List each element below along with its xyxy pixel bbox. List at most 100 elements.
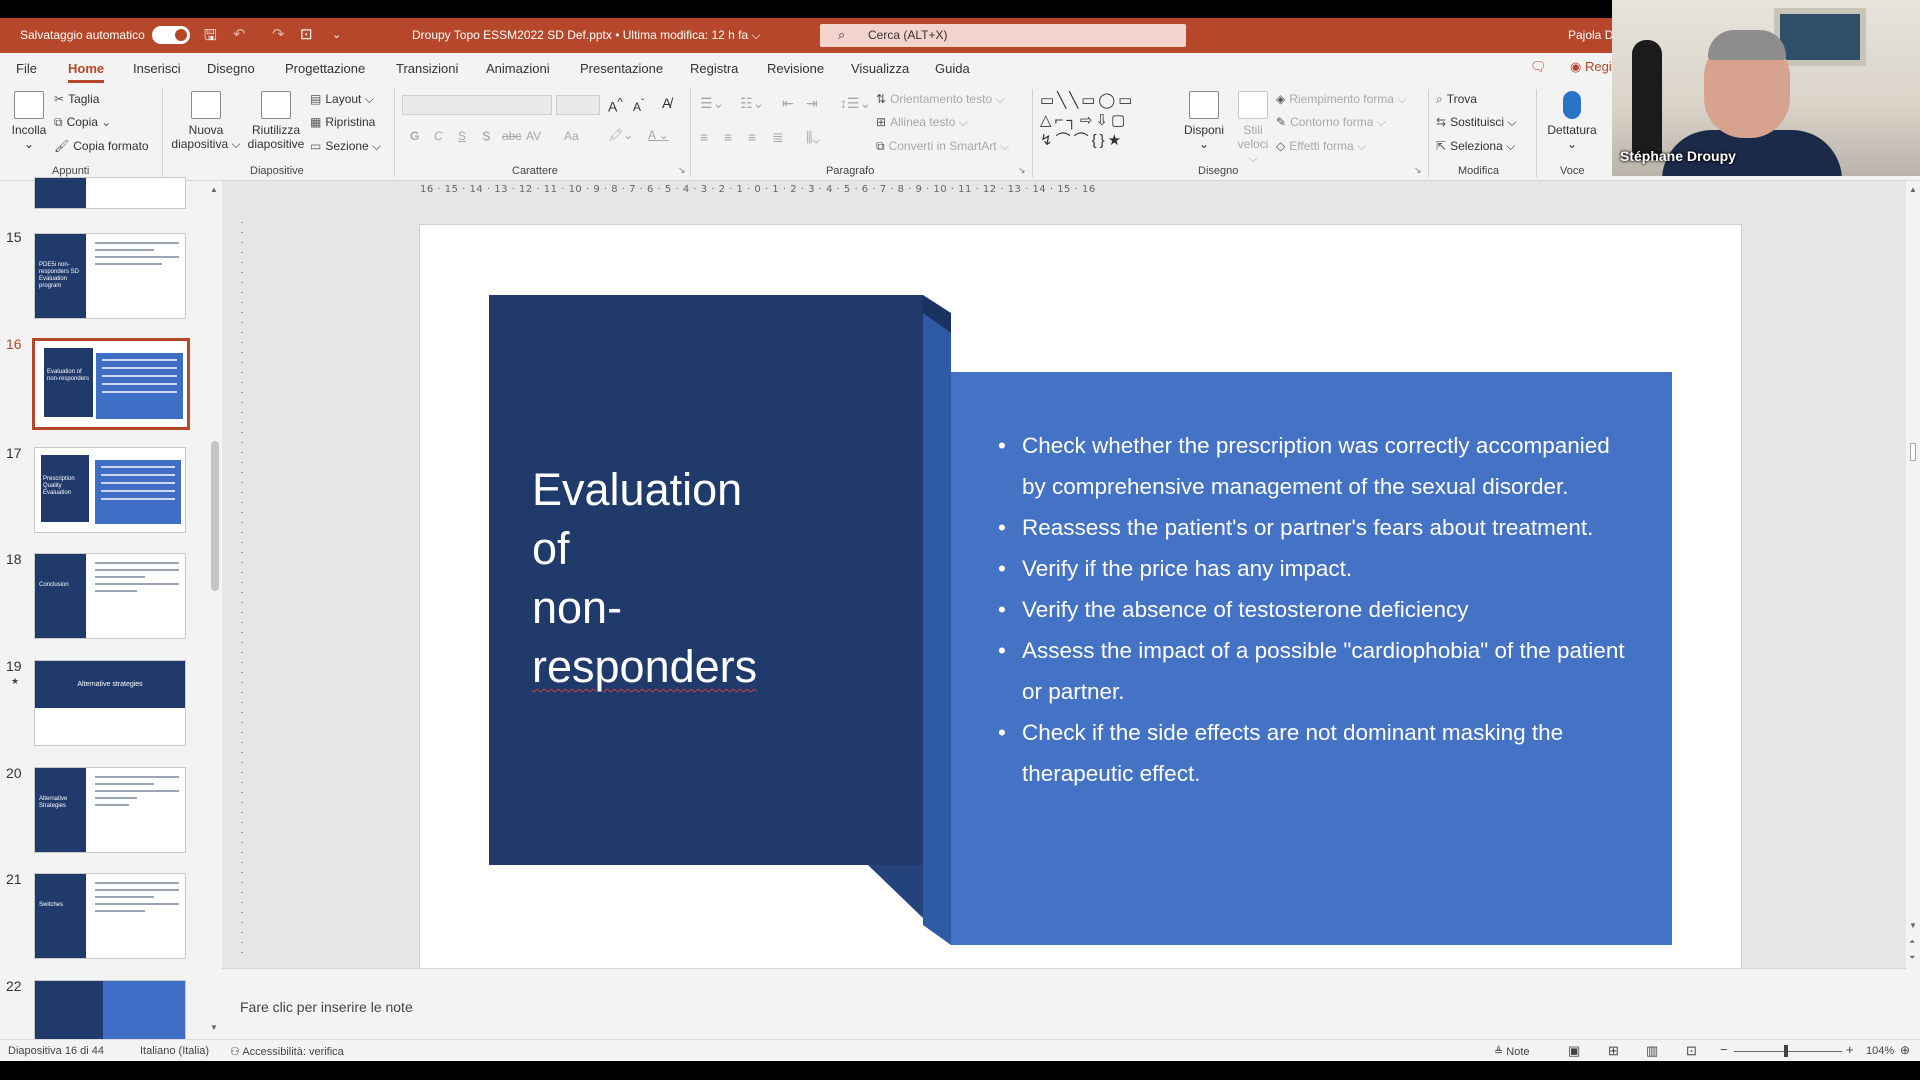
tab-animations[interactable]: Animazioni — [486, 61, 550, 76]
search-input[interactable]: ⌕ Cerca (ALT+X) — [820, 24, 1186, 47]
section-button[interactable]: ▭ Sezione ⌵ — [310, 139, 381, 154]
layout-button[interactable]: ▤ Layout ⌵ — [310, 92, 374, 107]
zoom-in-icon[interactable]: + — [1846, 1042, 1854, 1057]
bullets-icon[interactable]: ☰⌄ — [700, 95, 724, 112]
cut-button[interactable]: ✂ Taglia — [54, 92, 99, 106]
redo-icon[interactable]: ↷ — [272, 25, 285, 43]
autosave-toggle[interactable] — [152, 26, 190, 44]
account-name[interactable]: Pajola D — [1568, 28, 1613, 42]
notes-toggle[interactable]: ≜ Note — [1494, 1045, 1530, 1058]
find-button[interactable]: ⌕ Trova — [1436, 92, 1477, 107]
smartart-button[interactable]: ⧉ Converti in SmartArt ⌵ — [876, 139, 1009, 154]
select-button[interactable]: ⇱ Seleziona ⌵ — [1436, 139, 1515, 154]
slide[interactable]: Evaluation of non- responders Check whet… — [420, 225, 1741, 969]
tab-draw[interactable]: Disegno — [207, 61, 255, 76]
tab-review[interactable]: Revisione — [767, 61, 824, 76]
align-center-icon[interactable]: ≡ — [724, 129, 732, 145]
justify-icon[interactable]: ≣ — [772, 129, 784, 146]
numbering-icon[interactable]: ☷⌄ — [740, 95, 764, 112]
shapes-gallery[interactable]: ▭╲╲▭◯▭ △⌐┐⇨⇩▢ ↯⌒⌒{}★ — [1040, 91, 1168, 151]
quick-styles-button[interactable]: Stili veloci ⌵ — [1232, 91, 1274, 166]
font-color-icon[interactable]: A ⌄ — [648, 128, 669, 142]
slide-thumbnail[interactable]: Switches — [34, 873, 186, 959]
slide-thumbnail[interactable] — [34, 980, 186, 1040]
tab-record[interactable]: Registra — [690, 61, 738, 76]
undo-icon[interactable]: ↶ — [233, 25, 246, 43]
thumbnail-scrollbar[interactable]: ▲ ▼ — [208, 181, 222, 1039]
slide-thumbnail[interactable]: Conclusion — [34, 553, 186, 639]
normal-view-icon[interactable]: ▣ — [1568, 1043, 1580, 1059]
zoom-slider[interactable] — [1734, 1051, 1842, 1052]
line-spacing-icon[interactable]: ↕☰⌄ — [840, 95, 871, 112]
clear-format-icon[interactable]: A̸ — [662, 95, 671, 111]
zoom-level[interactable]: 104% — [1866, 1045, 1894, 1057]
new-slide-button[interactable]: Nuova diapositiva ⌵ — [170, 91, 242, 152]
slide-title[interactable]: Evaluation of non- responders — [532, 460, 892, 696]
tab-insert[interactable]: Inserisci — [133, 61, 181, 76]
replace-button[interactable]: ⇆ Sostituisci ⌵ — [1436, 115, 1517, 130]
underline-button[interactable]: S — [458, 129, 466, 143]
shape-effects-button[interactable]: ◇ Effetti forma ⌵ — [1276, 139, 1366, 154]
fit-to-window-icon[interactable]: ⊕ — [1900, 1043, 1910, 1057]
copy-button[interactable]: ⧉ Copia ⌄ — [54, 115, 115, 130]
accessibility-checker[interactable]: ⚇ Accessibilità: verifica — [230, 1045, 344, 1058]
reading-view-icon[interactable]: ▥ — [1646, 1043, 1658, 1059]
scroll-up-icon[interactable]: ▲ — [210, 185, 218, 194]
font-name-combo[interactable] — [402, 95, 552, 115]
shadow-button[interactable]: S — [482, 129, 490, 143]
strikethrough-button[interactable]: abc — [502, 129, 521, 143]
slide-thumbnail[interactable]: Prescription Quality Evaluation — [34, 447, 186, 533]
grow-font-button[interactable]: A^ — [608, 96, 623, 115]
bold-button[interactable]: G — [410, 129, 419, 143]
zoom-out-icon[interactable]: − — [1720, 1042, 1728, 1057]
font-dialog-launcher-icon[interactable]: ↘ — [678, 165, 686, 176]
columns-icon[interactable]: ⫼⌄ — [806, 129, 820, 146]
highlight-icon[interactable]: 🖍⌄ — [608, 128, 633, 142]
previous-slide-icon[interactable]: ⏶ — [1909, 937, 1915, 947]
reset-button[interactable]: ▦ Ripristina — [310, 115, 375, 129]
format-painter-button[interactable]: 🖌 Copia formato — [54, 139, 149, 153]
paste-button[interactable]: Incolla ⌄ — [8, 91, 50, 151]
tab-help[interactable]: Guida — [935, 61, 970, 76]
slide-sorter-icon[interactable]: ⊞ — [1608, 1043, 1619, 1059]
document-title[interactable]: Droupy Topo ESSM2022 SD Def.pptx • Ultim… — [412, 28, 761, 43]
align-text-button[interactable]: ⊞ Allinea testo ⌵ — [876, 115, 968, 130]
reuse-slides-button[interactable]: Riutilizza diapositive — [246, 91, 306, 151]
arrange-button[interactable]: Disponi ⌄ — [1180, 91, 1228, 151]
bullet-list[interactable]: Check whether the prescription was corre… — [998, 425, 1638, 794]
slide-thumbnail[interactable]: Alternative strategies — [34, 660, 186, 746]
tab-slideshow[interactable]: Presentazione — [580, 61, 663, 76]
dictate-button[interactable]: Dettatura ⌄ — [1544, 91, 1600, 151]
increase-indent-icon[interactable]: ⇥ — [806, 95, 818, 112]
slide-thumbnail-selected[interactable]: Evaluation of non-responders — [32, 338, 190, 430]
drawing-dialog-launcher-icon[interactable]: ↘ — [1414, 165, 1422, 176]
scrollbar-thumb[interactable] — [211, 441, 219, 591]
next-slide-icon[interactable]: ⏷ — [1909, 953, 1915, 963]
notes-pane[interactable]: Fare clic per inserire le note — [222, 968, 1906, 1039]
slide-thumbnail[interactable]: Alternative Strategies — [34, 767, 186, 853]
paragraph-dialog-launcher-icon[interactable]: ↘ — [1018, 165, 1026, 176]
language-indicator[interactable]: Italiano (Italia) — [140, 1045, 209, 1057]
slide-thumbnail-partial[interactable] — [34, 177, 186, 209]
canvas-scrollbar[interactable]: ▲ ▼ ⏶ ⏷ — [1906, 181, 1920, 1039]
align-left-icon[interactable]: ≡ — [700, 129, 708, 145]
comments-icon[interactable]: 🗨 — [1530, 59, 1547, 75]
italic-button[interactable]: C — [434, 129, 443, 143]
scroll-up-icon[interactable]: ▲ — [1909, 185, 1917, 194]
font-size-combo[interactable] — [556, 95, 600, 115]
change-case-button[interactable]: Aa — [564, 129, 579, 143]
start-slideshow-icon[interactable]: ⊡ — [300, 25, 313, 43]
slide-thumbnail[interactable]: PDE5i non-responders SD Evaluation progr… — [34, 233, 186, 319]
char-spacing-button[interactable]: AV — [526, 129, 541, 143]
text-direction-button[interactable]: ⇅ Orientamento testo ⌵ — [876, 92, 1005, 107]
tab-home[interactable]: Home — [68, 61, 105, 83]
save-icon[interactable]: 🖫 — [204, 25, 217, 50]
tab-design[interactable]: Progettazione — [285, 61, 365, 76]
shrink-font-button[interactable]: Aˇ — [633, 98, 644, 114]
align-right-icon[interactable]: ≡ — [748, 129, 756, 145]
tab-file[interactable]: File — [16, 61, 37, 76]
slideshow-view-icon[interactable]: ⊡ — [1686, 1043, 1697, 1059]
shape-outline-button[interactable]: ✎ Contorno forma ⌵ — [1276, 115, 1386, 130]
record-button[interactable]: ◉ Regi — [1570, 59, 1612, 75]
decrease-indent-icon[interactable]: ⇤ — [782, 95, 794, 112]
